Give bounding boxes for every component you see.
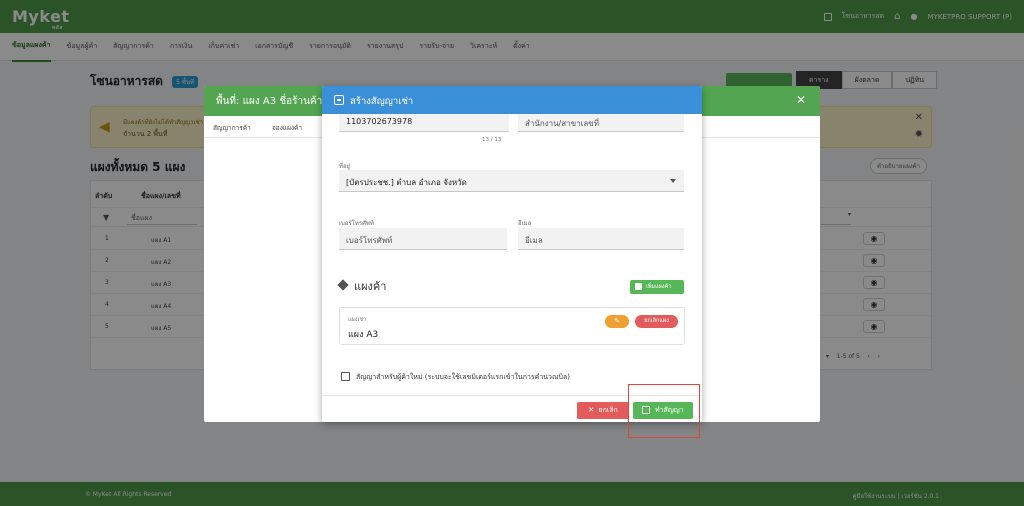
chevron-down-icon[interactable] <box>670 179 676 183</box>
highlight-box <box>628 384 700 438</box>
modal-title: สร้างสัญญาเช่า <box>350 96 414 107</box>
email-label: อีเมล <box>518 220 532 227</box>
phone-field[interactable]: เบอร์โทรศัพท์ <box>339 228 507 250</box>
create-lease-modal: สร้างสัญญาเช่า 1103702673978 13 / 13 สำน… <box>322 86 702 422</box>
tax-id-field[interactable]: 1103702673978 <box>339 114 509 132</box>
email-placeholder: อีเมล <box>525 236 543 245</box>
add-stall-button[interactable]: เพิ่มแผงค้า <box>630 280 684 294</box>
contract-icon <box>334 95 344 105</box>
cancel-stall-button[interactable]: ยกเลิกแผง <box>635 315 678 328</box>
stall-section-heading: แผงค้า <box>337 277 387 295</box>
cancel-button[interactable]: ✕ ยกเลิก <box>577 402 629 419</box>
phone-label: เบอร์โทรศัพท์ <box>339 220 374 227</box>
new-tenant-checkbox-label[interactable]: สัญญาสำหรับผู้ค้าใหม่ (ระบบจะใช้เลขมิเตอ… <box>356 372 570 383</box>
stall-card-name: แผง A3 <box>348 330 379 340</box>
email-field[interactable]: อีเมล <box>518 228 684 250</box>
pencil-icon[interactable]: ✎ <box>605 315 629 328</box>
tax-id-counter: 13 / 13 <box>482 137 502 143</box>
tab-stall-booking[interactable]: จองแผงค้า <box>272 123 302 133</box>
stall-section-text: แผงค้า <box>354 280 387 293</box>
tab-trade-contract[interactable]: สัญญาการค้า <box>213 123 251 133</box>
close-icon[interactable]: ✕ <box>796 93 806 107</box>
branch-placeholder: สำนักงาน/สาขาเลขที่ <box>525 119 599 128</box>
new-tenant-checkbox[interactable] <box>341 372 350 381</box>
address-value: [บัตรประชช.] ตำบล อำเภอ จังหวัด <box>346 178 467 187</box>
stall-detail-title: พื้นที่: แผง A3 ชื่อร้านค้า <box>216 96 323 107</box>
stall-card: แผงเช่า แผง A3 ✎ ยกเลิกแผง <box>339 307 685 345</box>
branch-field[interactable]: สำนักงาน/สาขาเลขที่ <box>518 114 684 132</box>
cancel-button-label: ยกเลิก <box>598 406 618 414</box>
tax-id-value: 1103702673978 <box>346 117 413 126</box>
modal-header: สร้างสัญญาเช่า <box>322 86 702 114</box>
layers-icon <box>337 279 349 291</box>
stall-card-label: แผงเช่า <box>348 317 367 323</box>
address-select[interactable]: [บัตรประชช.] ตำบล อำเภอ จังหวัด <box>339 170 684 192</box>
phone-placeholder: เบอร์โทรศัพท์ <box>346 236 393 245</box>
